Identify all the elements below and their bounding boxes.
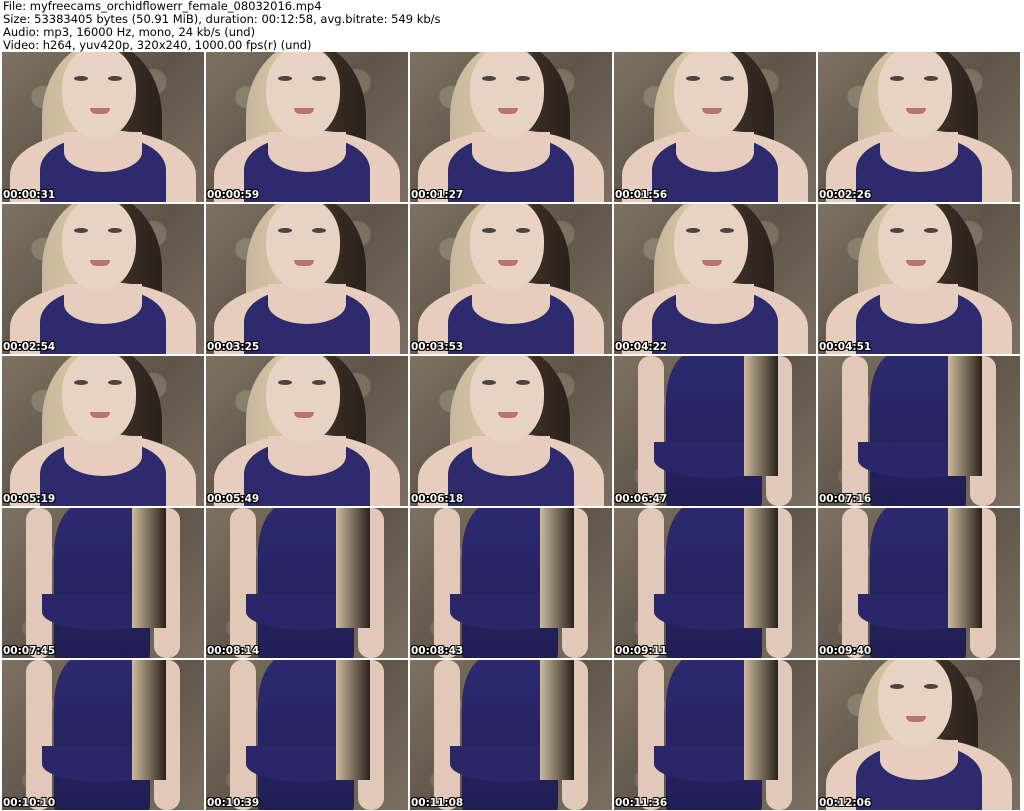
video-frame-thumbnail: 00:08:14 xyxy=(206,508,408,658)
frame-image xyxy=(614,204,816,354)
video-frame-thumbnail: 00:05:49 xyxy=(206,356,408,506)
frame-image xyxy=(2,52,204,202)
frame-timestamp: 00:07:45 xyxy=(3,645,56,657)
video-frame-thumbnail: 00:11:08 xyxy=(410,660,612,810)
frame-timestamp: 00:00:59 xyxy=(207,189,260,201)
video-frame-thumbnail: 00:10:39 xyxy=(206,660,408,810)
frame-timestamp: 00:02:54 xyxy=(3,341,56,353)
frame-image xyxy=(818,356,1020,506)
video-frame-thumbnail: 00:03:53 xyxy=(410,204,612,354)
frame-image xyxy=(410,52,612,202)
video-frame-thumbnail: 00:00:59 xyxy=(206,52,408,202)
frame-timestamp: 00:07:16 xyxy=(819,493,872,505)
frame-timestamp: 00:12:06 xyxy=(819,797,872,809)
frame-image xyxy=(818,52,1020,202)
video-frame-thumbnail: 00:02:54 xyxy=(2,204,204,354)
frame-timestamp: 00:11:36 xyxy=(615,797,668,809)
video-frame-thumbnail: 00:06:18 xyxy=(410,356,612,506)
video-frame-thumbnail: 00:04:51 xyxy=(818,204,1020,354)
video-frame-thumbnail: 00:11:36 xyxy=(614,660,816,810)
frame-timestamp: 00:09:40 xyxy=(819,645,872,657)
video-frame-thumbnail: 00:09:11 xyxy=(614,508,816,658)
video-frame-thumbnail: 00:07:45 xyxy=(2,508,204,658)
video-frame-thumbnail: 00:10:10 xyxy=(2,660,204,810)
frame-image xyxy=(614,660,816,810)
video-frame-thumbnail: 00:03:25 xyxy=(206,204,408,354)
video-frame-thumbnail: 00:07:16 xyxy=(818,356,1020,506)
frame-timestamp: 00:05:49 xyxy=(207,493,260,505)
frame-image xyxy=(206,204,408,354)
frame-image xyxy=(410,356,612,506)
file-info-header: File: myfreecams_orchidflowerr_female_08… xyxy=(3,0,1021,52)
frame-image xyxy=(2,508,204,658)
frame-timestamp: 00:09:11 xyxy=(615,645,668,657)
video-frame-thumbnail: 00:08:43 xyxy=(410,508,612,658)
video-frame-thumbnail: 00:04:22 xyxy=(614,204,816,354)
video-frame-thumbnail: 00:01:27 xyxy=(410,52,612,202)
frame-image xyxy=(206,356,408,506)
frame-image xyxy=(410,660,612,810)
frame-timestamp: 00:01:56 xyxy=(615,189,668,201)
frame-image xyxy=(818,660,1020,810)
frame-image xyxy=(410,508,612,658)
frame-image xyxy=(2,356,204,506)
frame-image xyxy=(614,508,816,658)
frame-image xyxy=(614,52,816,202)
frame-image xyxy=(818,508,1020,658)
frame-timestamp: 00:06:18 xyxy=(411,493,464,505)
video-frame-thumbnail: 00:09:40 xyxy=(818,508,1020,658)
frame-image xyxy=(2,204,204,354)
frame-timestamp: 00:04:22 xyxy=(615,341,668,353)
video-frame-thumbnail: 00:02:26 xyxy=(818,52,1020,202)
video-info-line: Video: h264, yuv420p, 320x240, 1000.00 f… xyxy=(3,38,312,52)
video-frame-thumbnail: 00:00:31 xyxy=(2,52,204,202)
frame-timestamp: 00:08:43 xyxy=(411,645,464,657)
frame-image xyxy=(2,660,204,810)
frame-image xyxy=(614,356,816,506)
frame-timestamp: 00:11:08 xyxy=(411,797,464,809)
frame-timestamp: 00:08:14 xyxy=(207,645,260,657)
frame-image xyxy=(206,508,408,658)
video-frame-thumbnail: 00:05:19 xyxy=(2,356,204,506)
video-frame-thumbnail: 00:01:56 xyxy=(614,52,816,202)
frame-timestamp: 00:06:47 xyxy=(615,493,668,505)
frame-timestamp: 00:02:26 xyxy=(819,189,872,201)
frame-timestamp: 00:01:27 xyxy=(411,189,464,201)
frame-image xyxy=(206,52,408,202)
frame-timestamp: 00:10:39 xyxy=(207,797,260,809)
frame-image xyxy=(206,660,408,810)
frame-timestamp: 00:03:25 xyxy=(207,341,260,353)
frame-timestamp: 00:03:53 xyxy=(411,341,464,353)
video-frame-thumbnail: 00:12:06 xyxy=(818,660,1020,810)
frame-image xyxy=(410,204,612,354)
frame-timestamp: 00:00:31 xyxy=(3,189,56,201)
frame-timestamp: 00:05:19 xyxy=(3,493,56,505)
frame-timestamp: 00:10:10 xyxy=(3,797,56,809)
video-frame-thumbnail: 00:06:47 xyxy=(614,356,816,506)
thumbnail-grid: 00:00:31 00:00:59 00:01:27 00:01:56 00:02:26… xyxy=(2,52,1020,810)
frame-image xyxy=(818,204,1020,354)
frame-timestamp: 00:04:51 xyxy=(819,341,872,353)
